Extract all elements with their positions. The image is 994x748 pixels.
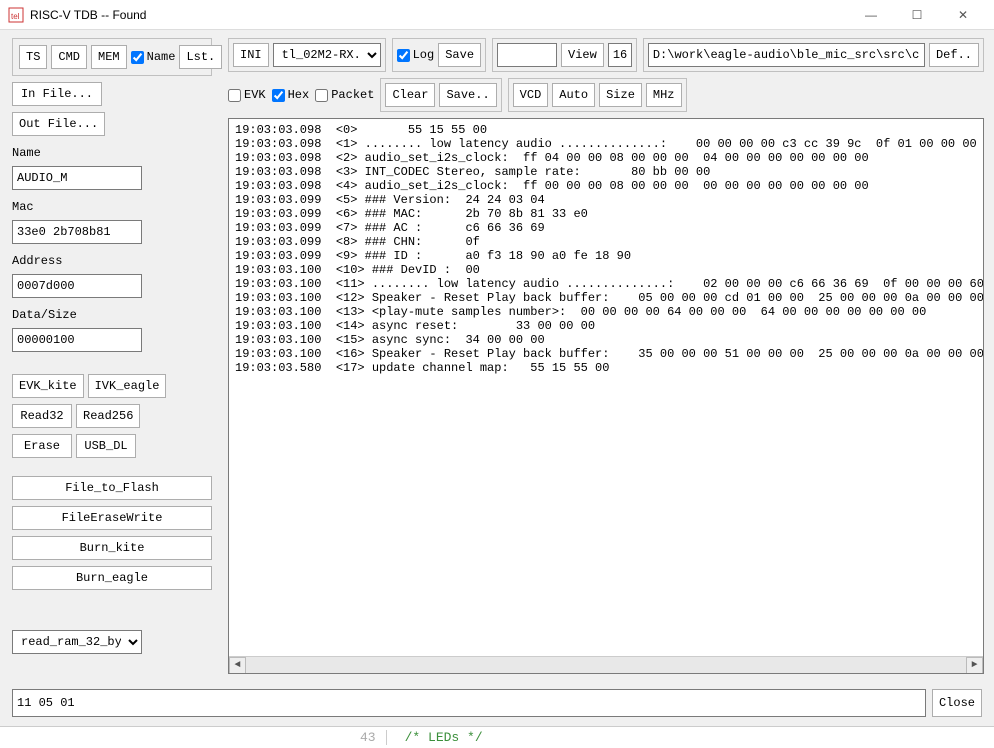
name-checkbox-input[interactable]	[131, 51, 144, 64]
clear-button[interactable]: Clear	[385, 83, 435, 107]
view-count-input[interactable]	[608, 43, 632, 67]
top-left-panel: TS CMD MEM Name Lst.	[12, 38, 212, 76]
size-button[interactable]: Size	[599, 83, 642, 107]
name-label: Name	[12, 146, 212, 160]
mac-input[interactable]	[12, 220, 142, 244]
maximize-button[interactable]: ☐	[894, 0, 940, 30]
path-input[interactable]	[648, 43, 925, 67]
def-button[interactable]: Def..	[929, 43, 979, 67]
evk-eagle-button[interactable]: IVK_eagle	[88, 374, 167, 398]
save-button[interactable]: Save	[438, 43, 481, 67]
file-erase-write-button[interactable]: FileEraseWrite	[12, 506, 212, 530]
vcd-panel: VCD Auto Size MHz	[508, 78, 687, 112]
ini-button[interactable]: INI	[233, 43, 269, 67]
address-input[interactable]	[12, 274, 142, 298]
view-panel: View	[492, 38, 637, 72]
scroll-right-icon[interactable]: ►	[966, 657, 983, 674]
out-file-button[interactable]: Out File...	[12, 112, 105, 136]
view-button[interactable]: View	[561, 43, 604, 67]
mem-button[interactable]: MEM	[91, 45, 127, 69]
name-checkbox[interactable]: Name	[131, 50, 176, 64]
erase-button[interactable]: Erase	[12, 434, 72, 458]
mhz-button[interactable]: MHz	[646, 83, 682, 107]
horizontal-scrollbar[interactable]: ◄ ►	[229, 656, 983, 673]
cmd-button[interactable]: CMD	[51, 45, 87, 69]
vcd-button[interactable]: VCD	[513, 83, 549, 107]
auto-button[interactable]: Auto	[552, 83, 595, 107]
window-title: RISC-V TDB -- Found	[30, 8, 848, 22]
lst-button[interactable]: Lst.	[179, 45, 222, 69]
close-button[interactable]: Close	[932, 689, 982, 717]
log-content: 19:03:03.098 <0> 55 15 55 00 19:03:03.09…	[229, 119, 983, 656]
editor-comment: /* LEDs */	[405, 730, 483, 745]
scroll-track[interactable]	[246, 657, 966, 674]
minimize-button[interactable]: —	[848, 0, 894, 30]
path-panel: Def..	[643, 38, 984, 72]
in-file-button[interactable]: In File...	[12, 82, 102, 106]
burn-eagle-button[interactable]: Burn_eagle	[12, 566, 212, 590]
read-ram-select[interactable]: read_ram_32_byt	[12, 630, 142, 654]
packet-checkbox[interactable]: Packet	[315, 88, 374, 102]
evk-kite-button[interactable]: EVK_kite	[12, 374, 84, 398]
scroll-left-icon[interactable]: ◄	[229, 657, 246, 674]
editor-line-number: 43	[360, 730, 387, 745]
close-window-button[interactable]: ✕	[940, 0, 986, 30]
evk-checkbox[interactable]: EVK	[228, 88, 266, 102]
svg-text:tel: tel	[11, 12, 20, 21]
address-label: Address	[12, 254, 212, 268]
log-panel: Log Save	[392, 38, 486, 72]
log-area[interactable]: 19:03:03.098 <0> 55 15 55 00 19:03:03.09…	[228, 118, 984, 674]
data-size-input[interactable]	[12, 328, 142, 352]
ini-select[interactable]: tl_02M2-RX.i	[273, 43, 381, 67]
app-icon: tel	[8, 7, 24, 23]
view-blank-input[interactable]	[497, 43, 557, 67]
usb-dl-button[interactable]: USB_DL	[76, 434, 136, 458]
name-input[interactable]	[12, 166, 142, 190]
log-checkbox[interactable]: Log	[397, 48, 435, 62]
ini-panel: INI tl_02M2-RX.i	[228, 38, 386, 72]
hex-checkbox[interactable]: Hex	[272, 88, 310, 102]
read32-button[interactable]: Read32	[12, 404, 72, 428]
mac-label: Mac	[12, 200, 212, 214]
data-size-label: Data/Size	[12, 308, 212, 322]
file-to-flash-button[interactable]: File_to_Flash	[12, 476, 212, 500]
burn-kite-button[interactable]: Burn_kite	[12, 536, 212, 560]
command-input[interactable]	[12, 689, 926, 717]
read256-button[interactable]: Read256	[76, 404, 140, 428]
background-editor-strip: 43 /* LEDs */	[0, 726, 994, 748]
save2-button[interactable]: Save..	[439, 83, 496, 107]
ts-button[interactable]: TS	[19, 45, 47, 69]
clear-save-panel: Clear Save..	[380, 78, 501, 112]
title-bar: tel RISC-V TDB -- Found — ☐ ✕	[0, 0, 994, 30]
